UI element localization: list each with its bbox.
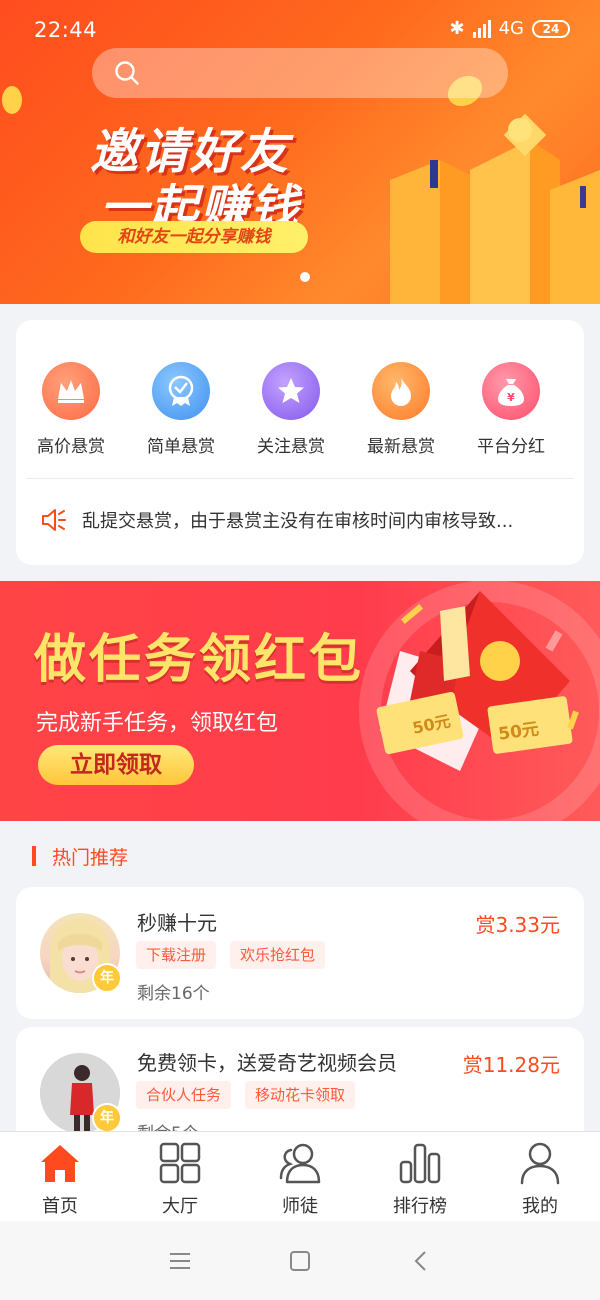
task-title: 免费领卡，送爱奇艺视频会员 [137,1051,397,1075]
category-platform-dividend[interactable]: ¥ 平台分红 [456,362,566,457]
money-bag-icon: ¥ [482,362,540,420]
notice-bar[interactable]: 乱提交悬赏，由于悬赏主没有在审核时间内审核导致... [40,505,560,535]
section-marker [32,846,36,866]
divider [26,478,574,479]
nav-label: 排行榜 [393,1196,447,1217]
users-icon [279,1143,321,1184]
signal-icon [472,19,491,38]
crown-icon [42,362,100,420]
coin-decoration [2,86,22,114]
claim-now-button[interactable]: 立即领取 [38,745,194,785]
task-reward: 赏11.28元 [462,1053,560,1077]
category-label: 高价悬赏 [37,437,105,457]
task-tag: 移动花卡领取 [245,1081,356,1109]
task-tags: 合伙人任务 移动花卡领取 [136,1081,356,1109]
task-remaining: 剩余16个 [137,984,210,1004]
vip-badge: 年 [92,1103,122,1133]
back-icon [414,1250,426,1271]
star-icon [262,362,320,420]
status-icons: ✱ 4G 24 [449,18,570,39]
banner-subtitle-pill: 和好友一起分享赚钱 [80,221,308,253]
user-icon [520,1142,560,1185]
square-icon [290,1250,310,1271]
task-tags: 下载注册 欢乐抢红包 [136,941,326,969]
category-simple-reward[interactable]: 简单悬赏 [126,362,236,457]
nav-label: 我的 [522,1196,558,1217]
nav-label: 师徒 [282,1196,318,1217]
category-latest-reward[interactable]: 最新悬赏 [346,362,456,457]
task-redpacket-banner[interactable]: 50元 50元 做任务领红包 完成新手任务，领取红包 立即领取 [0,581,600,821]
category-label: 平台分红 [477,437,545,457]
back-button[interactable] [400,1241,440,1281]
task-tag: 合伙人任务 [136,1081,232,1109]
app-screen: 22:44 ✱ 4G 24 邀请好友 一起赚钱 和好友一起分享赚钱 高价悬赏 简… [0,0,600,1300]
category-high-reward[interactable]: 高价悬赏 [16,362,126,457]
svg-text:¥: ¥ [507,391,515,404]
vip-badge: 年 [92,963,122,993]
speaker-icon [42,509,66,531]
task-card[interactable]: 年 秒赚十元 赏3.33元 下载注册 欢乐抢红包 剩余16个 [16,887,584,1019]
notice-text: 乱提交悬赏，由于悬赏主没有在审核时间内审核导致... [82,511,514,532]
nav-item-hall[interactable]: 大厅 [120,1132,240,1222]
category-label: 简单悬赏 [147,437,215,457]
category-follow-reward[interactable]: 关注悬赏 [236,362,346,457]
home-button[interactable] [280,1241,320,1281]
home-icon [41,1145,79,1182]
carousel-indicator[interactable] [300,272,310,282]
task-title: 秒赚十元 [137,911,217,935]
nav-item-home[interactable]: 首页 [0,1132,120,1222]
bluetooth-icon: ✱ [449,18,465,39]
nav-label: 首页 [42,1196,78,1217]
flame-icon [372,362,430,420]
category-label: 关注悬赏 [257,437,325,457]
menu-icon [170,1252,190,1269]
category-label: 最新悬赏 [367,437,435,457]
search-input[interactable] [92,48,508,98]
grid-icon [159,1142,201,1184]
task-tag: 欢乐抢红包 [230,941,326,969]
nav-item-mine[interactable]: 我的 [480,1132,600,1222]
promo-title: 做任务领红包 [34,630,365,690]
search-icon [115,61,139,85]
promo-illustration [359,581,600,821]
category-card: 高价悬赏 简单悬赏 关注悬赏 最新悬赏 ¥ 平台分红 乱提交悬赏，由于悬赏主没有… [16,320,584,565]
battery-icon: 24 [532,19,570,38]
bottom-nav: 首页 大厅 师徒 排行榜 我的 [0,1131,600,1221]
system-nav-bar [0,1221,600,1300]
invite-banner[interactable]: 22:44 ✱ 4G 24 邀请好友 一起赚钱 和好友一起分享赚钱 [0,0,600,304]
check-badge-icon [152,362,210,420]
promo-subtitle: 完成新手任务，领取红包 [36,711,279,736]
task-reward: 赏3.33元 [475,913,560,937]
section-title: 热门推荐 [52,847,129,869]
nav-label: 大厅 [162,1196,198,1217]
bar-chart-icon [399,1143,441,1184]
status-time: 22:44 [34,18,98,42]
nav-item-ranking[interactable]: 排行榜 [360,1132,480,1222]
menu-button[interactable] [160,1241,200,1281]
task-tag: 下载注册 [136,941,217,969]
network-type: 4G [498,18,524,39]
category-grid: 高价悬赏 简单悬赏 关注悬赏 最新悬赏 ¥ 平台分红 [16,362,584,457]
banner-illustration [390,113,600,304]
nav-item-mentor[interactable]: 师徒 [240,1132,360,1222]
